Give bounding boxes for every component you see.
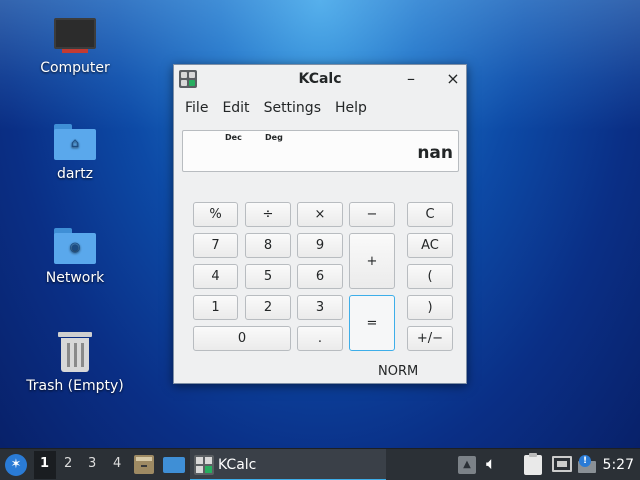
digit-4-button[interactable]: 4 bbox=[193, 264, 238, 289]
digit-6-button[interactable]: 6 bbox=[297, 264, 343, 289]
tray-up-icon[interactable]: ▲ bbox=[458, 456, 476, 474]
digit-2-button[interactable]: 2 bbox=[245, 295, 291, 320]
menu-file[interactable]: File bbox=[178, 100, 215, 116]
divide-button[interactable]: ÷ bbox=[245, 202, 291, 227]
clear-button[interactable]: C bbox=[407, 202, 453, 227]
angle-indicator: Deg bbox=[265, 133, 283, 142]
desktop-icon-home[interactable]: ⌂ dartz bbox=[20, 124, 130, 182]
desktop-icon-label: dartz bbox=[56, 166, 94, 182]
workspace-2[interactable]: 2 bbox=[64, 456, 72, 471]
workspace-1[interactable]: 1 bbox=[40, 456, 49, 471]
minus-button[interactable]: − bbox=[349, 202, 395, 227]
display-value: nan bbox=[417, 143, 453, 163]
desktop-icon-label: Trash (Empty) bbox=[26, 378, 124, 394]
kcalc-window: KCalc – × File Edit Settings Help Dec De… bbox=[173, 64, 467, 384]
close-paren-button[interactable]: ) bbox=[407, 295, 453, 320]
close-button[interactable]: × bbox=[442, 68, 464, 90]
base-indicator: Dec bbox=[225, 133, 242, 142]
multiply-button[interactable]: × bbox=[297, 202, 343, 227]
show-desktop-icon[interactable] bbox=[163, 457, 185, 473]
equals-button[interactable]: = bbox=[349, 295, 395, 351]
digit-7-button[interactable]: 7 bbox=[193, 233, 238, 258]
start-menu-icon[interactable]: ✶ bbox=[5, 454, 27, 476]
plus-minus-button[interactable]: +/− bbox=[407, 326, 453, 351]
task-label: KCalc bbox=[218, 457, 257, 473]
desktop-icon-network[interactable]: ◉ Network bbox=[20, 228, 130, 286]
workspace-4[interactable]: 4 bbox=[113, 456, 121, 471]
desktop-icon-label: Computer bbox=[40, 60, 110, 76]
open-paren-button[interactable]: ( bbox=[407, 264, 453, 289]
decimal-button[interactable]: . bbox=[297, 326, 343, 351]
desktop-icon-trash[interactable]: Trash (Empty) bbox=[20, 330, 130, 394]
digit-3-button[interactable]: 3 bbox=[297, 295, 343, 320]
all-clear-button[interactable]: AC bbox=[407, 233, 453, 258]
window-title: KCalc bbox=[298, 71, 342, 87]
taskbar: ✶ 1 2 3 4 KCalc ▲ 🔈︎ ! 5:27 bbox=[0, 448, 640, 480]
digit-1-button[interactable]: 1 bbox=[193, 295, 238, 320]
calculator-display: Dec Deg nan bbox=[182, 130, 459, 172]
menu-edit[interactable]: Edit bbox=[215, 100, 256, 116]
menu-settings[interactable]: Settings bbox=[257, 100, 328, 116]
taskbar-task-kcalc[interactable]: KCalc bbox=[190, 449, 386, 480]
digit-9-button[interactable]: 9 bbox=[297, 233, 343, 258]
kcalc-icon bbox=[194, 455, 214, 475]
file-manager-icon[interactable] bbox=[134, 455, 154, 474]
desktop-icon-computer[interactable]: Computer bbox=[20, 18, 130, 76]
workspace-3[interactable]: 3 bbox=[88, 456, 96, 471]
network-folder-icon: ◉ bbox=[54, 228, 96, 264]
clock[interactable]: 5:27 bbox=[603, 457, 634, 473]
menu-help[interactable]: Help bbox=[328, 100, 374, 116]
status-mode: NORM bbox=[378, 364, 419, 379]
plus-button[interactable]: + bbox=[349, 233, 395, 289]
percent-button[interactable]: % bbox=[193, 202, 238, 227]
digit-5-button[interactable]: 5 bbox=[245, 264, 291, 289]
window-titlebar[interactable]: KCalc – × bbox=[174, 65, 466, 93]
digit-0-button[interactable]: 0 bbox=[193, 326, 291, 351]
clipboard-icon[interactable] bbox=[524, 453, 542, 475]
computer-icon bbox=[54, 18, 96, 54]
desktop-icon-label: Network bbox=[45, 270, 105, 286]
minimize-button[interactable]: – bbox=[400, 68, 422, 90]
menu-bar: File Edit Settings Help bbox=[174, 93, 466, 123]
notification-icon[interactable]: ! bbox=[578, 455, 598, 473]
network-icon[interactable] bbox=[552, 456, 572, 472]
home-folder-icon: ⌂ bbox=[54, 124, 96, 160]
trash-icon bbox=[58, 330, 92, 372]
volume-icon[interactable]: 🔈︎ bbox=[486, 454, 496, 474]
digit-8-button[interactable]: 8 bbox=[245, 233, 291, 258]
